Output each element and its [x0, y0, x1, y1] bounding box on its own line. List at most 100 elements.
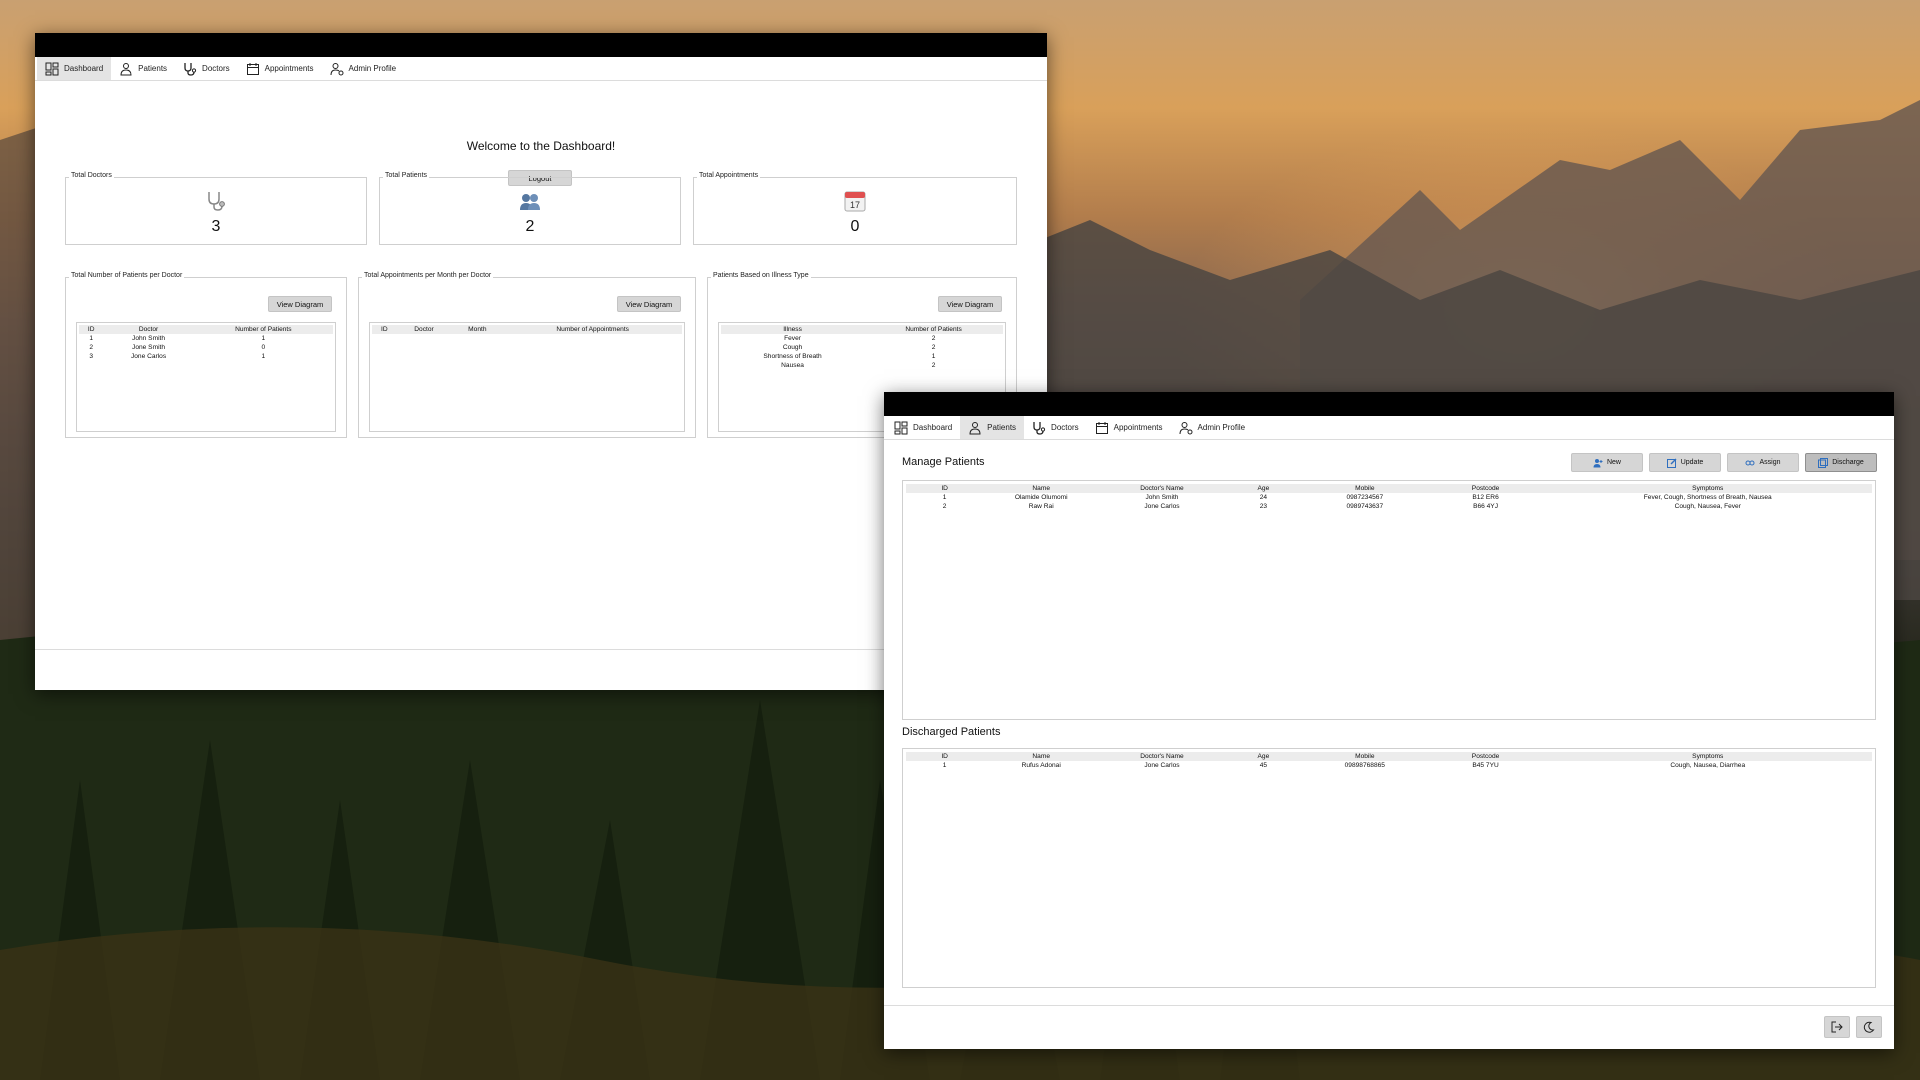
tab-appointments[interactable]: Appointments — [238, 57, 322, 80]
tab-patients[interactable]: Patients — [960, 416, 1025, 439]
column-header[interactable]: Postcode — [1427, 752, 1544, 761]
table-cell: 2 — [931, 362, 936, 369]
table-cell: 0989743637 — [1346, 503, 1384, 510]
panel-appointments-per-month: Total Appointments per Month per Doctor … — [358, 272, 696, 438]
discharge-icon — [1818, 457, 1829, 468]
tab-label: Admin Profile — [348, 64, 397, 73]
table-cell: 3 — [89, 353, 94, 360]
column-header[interactable]: ID — [79, 325, 104, 334]
tab-label: Admin Profile — [1197, 423, 1246, 432]
column-header[interactable]: Mobile — [1302, 484, 1428, 493]
column-header[interactable]: Name — [983, 752, 1100, 761]
tab-dashboard[interactable]: Dashboard — [37, 57, 112, 80]
table-cell: B45 7YU — [1472, 762, 1499, 769]
window-titlebar[interactable] — [884, 392, 1894, 416]
view-diagram-button[interactable]: View Diagram — [617, 296, 681, 312]
table-cell: B12 ER6 — [1472, 494, 1499, 501]
column-header[interactable]: ID — [906, 752, 984, 761]
tab-label: Patients — [987, 423, 1017, 432]
table-cell: 09898768865 — [1344, 762, 1385, 769]
table-row[interactable]: 2 Jone Smith 0 — [79, 343, 333, 352]
button-label: Discharge — [1832, 459, 1864, 466]
table-header-row: ID Doctor Month Number of Appointments — [372, 325, 682, 334]
table-cell: Fever, Cough, Shortness of Breath, Nause… — [1643, 494, 1772, 501]
manage-patients-table: ID Name Doctor's Name Age Mobile Postcod… — [902, 480, 1876, 720]
patients-icon — [120, 62, 132, 75]
table-row[interactable]: 1 Rufus Adonai Jone Carlos 45 0989876886… — [906, 761, 1872, 770]
column-header[interactable]: Postcode — [1427, 484, 1544, 493]
table-row[interactable]: 1 John Smith 1 — [79, 334, 333, 343]
table-row[interactable]: 2 Raw Rai Jone Carlos 23 0989743637 B66 … — [906, 502, 1872, 511]
table-cell: Cough — [782, 344, 803, 351]
stat-value: 2 — [525, 218, 535, 235]
column-header[interactable]: Name — [983, 484, 1100, 493]
window-titlebar[interactable] — [35, 33, 1047, 57]
column-header[interactable]: Age — [1224, 484, 1303, 493]
view-diagram-button[interactable]: View Diagram — [938, 296, 1002, 312]
patient-action-bar: New Update Assign Discharge — [1571, 453, 1877, 472]
table-cell: John Smith — [1145, 494, 1179, 501]
column-header[interactable]: Doctor's Name — [1099, 484, 1225, 493]
update-patient-button[interactable]: Update — [1649, 453, 1721, 472]
tab-patients[interactable]: Patients — [111, 57, 175, 80]
column-header[interactable]: Number of Appointments — [503, 325, 682, 334]
discharge-patient-button[interactable]: Discharge — [1805, 453, 1877, 472]
column-header[interactable]: Mobile — [1302, 752, 1428, 761]
table-cell: B66 4YJ — [1473, 503, 1499, 510]
dark-mode-button[interactable] — [1856, 1016, 1882, 1038]
view-diagram-button[interactable]: View Diagram — [268, 296, 332, 312]
column-header[interactable]: Number of Patients — [864, 325, 1003, 334]
dashboard-icon — [894, 421, 908, 434]
table-cell: 2 — [931, 344, 936, 351]
column-header[interactable]: ID — [372, 325, 397, 334]
table-row[interactable]: Fever 2 — [721, 334, 1003, 343]
stethoscope-icon — [184, 62, 197, 76]
table-header-row: ID Name Doctor's Name Age Mobile Postcod… — [906, 484, 1872, 493]
patients-per-doctor-table: ID Doctor Number of Patients 1 John Smith… — [76, 322, 336, 432]
admin-icon — [1179, 421, 1193, 434]
table-row[interactable]: Shortness of Breath 1 — [721, 352, 1003, 361]
table-cell: Olamide Olumomi — [1014, 494, 1068, 501]
edit-icon — [1666, 458, 1677, 468]
column-header[interactable]: Illness — [721, 325, 865, 334]
table-row[interactable]: Nausea 2 — [721, 361, 1003, 370]
column-header[interactable]: Symptoms — [1543, 752, 1872, 761]
logout-icon-button[interactable] — [1824, 1016, 1850, 1038]
column-header[interactable]: Symptoms — [1543, 484, 1872, 493]
column-header[interactable]: ID — [906, 484, 984, 493]
column-header[interactable]: Doctor — [396, 325, 452, 334]
column-header[interactable]: Number of Patients — [193, 325, 333, 334]
column-header[interactable]: Age — [1224, 752, 1303, 761]
assign-patient-button[interactable]: Assign — [1727, 453, 1799, 472]
table-header-row: ID Doctor Number of Patients — [79, 325, 333, 334]
tab-doctors[interactable]: Doctors — [1024, 416, 1087, 439]
stat-card-patients: Total Patients 2 — [379, 172, 681, 245]
tab-appointments[interactable]: Appointments — [1087, 416, 1171, 439]
column-header[interactable]: Month — [451, 325, 504, 334]
calendar-day: 17 — [850, 200, 860, 210]
welcome-heading: Welcome to the Dashboard! — [466, 139, 616, 153]
logout-icon — [1831, 1021, 1843, 1033]
button-label: New — [1606, 459, 1621, 466]
tab-dashboard[interactable]: Dashboard — [886, 416, 960, 439]
calendar-icon: 17 — [844, 191, 866, 212]
calendar-icon — [1095, 421, 1108, 434]
table-cell: Nausea — [781, 362, 804, 369]
column-header[interactable]: Doctor's Name — [1099, 752, 1225, 761]
table-cell: 1 — [931, 353, 936, 360]
tab-label: Patients — [138, 64, 168, 73]
table-row[interactable]: 1 Olamide Olumomi John Smith 24 09872345… — [906, 493, 1872, 502]
table-cell: 2 — [942, 503, 947, 510]
table-row[interactable]: 3 Jone Carlos 1 — [79, 352, 333, 361]
table-header-row: Illness Number of Patients — [721, 325, 1003, 334]
stat-value: 3 — [211, 218, 221, 235]
patients-window: Dashboard Patients Doctors Appointments … — [884, 392, 1894, 1049]
table-row[interactable]: Cough 2 — [721, 343, 1003, 352]
add-user-icon — [1593, 458, 1603, 467]
tab-doctors[interactable]: Doctors — [175, 57, 238, 80]
tab-admin-profile[interactable]: Admin Profile — [322, 57, 405, 80]
tab-admin-profile[interactable]: Admin Profile — [1171, 416, 1254, 439]
column-header[interactable]: Doctor — [103, 325, 194, 334]
new-patient-button[interactable]: New — [1571, 453, 1643, 472]
stethoscope-icon — [208, 192, 225, 211]
